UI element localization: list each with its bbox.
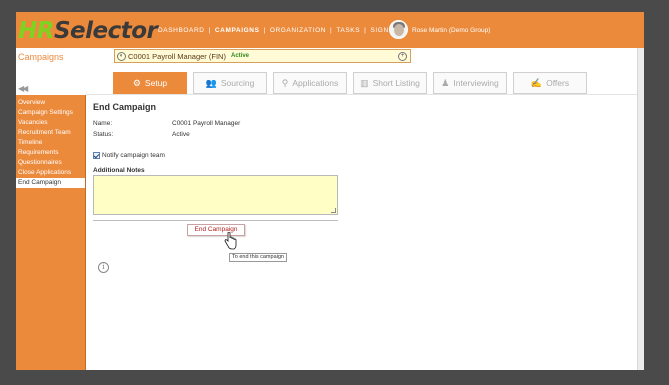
content-divider bbox=[93, 220, 338, 221]
field-value-name: C0001 Payroll Manager bbox=[172, 120, 241, 127]
nav-separator: | bbox=[263, 27, 266, 34]
tab-sourcing[interactable]: 👥 Sourcing bbox=[193, 72, 267, 94]
nav-organization[interactable]: ORGANIZATION bbox=[270, 27, 326, 34]
people-icon: 👥 bbox=[205, 77, 217, 88]
tab-offers[interactable]: ✍ Offers bbox=[513, 72, 587, 94]
additional-notes-textarea[interactable] bbox=[93, 175, 338, 215]
tab-applications[interactable]: ⚲ Applications bbox=[273, 72, 347, 94]
sidebar-item-campaign-settings[interactable]: Campaign Settings bbox=[16, 108, 85, 118]
tab-label: Short Listing bbox=[372, 78, 420, 88]
campaign-prev-icon[interactable]: ◐ bbox=[117, 52, 126, 61]
sidebar: Overview Campaign Settings Vacancies Recrui… bbox=[16, 95, 86, 370]
tab-label: Applications bbox=[292, 78, 339, 88]
campaign-tabs: ⚙ Setup 👥 Sourcing ⚲ Applications ▥ Short Listi… bbox=[113, 72, 593, 94]
avatar-face bbox=[394, 24, 404, 36]
app-logo[interactable]: HRSelector bbox=[18, 18, 158, 44]
gear-icon: ⚙ bbox=[132, 77, 141, 88]
campaign-selector[interactable]: ◐ C0001 Payroll Manager (FIN) Active + bbox=[114, 49, 411, 63]
section-title: Campaigns bbox=[18, 52, 64, 62]
collapse-sidebar-icon[interactable]: ◀◀ bbox=[18, 84, 28, 93]
main-content: End Campaign bbox=[93, 102, 633, 112]
nav-campaigns[interactable]: CAMPAIGNS bbox=[215, 27, 260, 34]
sidebar-item-requirements[interactable]: Requirements bbox=[16, 148, 85, 158]
sidebar-item-questionnaires[interactable]: Questionnaires bbox=[16, 158, 85, 168]
campaign-name: C0001 Payroll Manager (FIN) bbox=[128, 52, 226, 61]
tab-interviewing[interactable]: ♟ Interviewing bbox=[433, 72, 507, 94]
campaign-status-badge: Active bbox=[231, 53, 250, 59]
resize-grip-icon[interactable] bbox=[331, 208, 336, 213]
nav-separator: | bbox=[364, 27, 367, 34]
field-label-name: Name: bbox=[93, 120, 113, 127]
field-label-status: Status: bbox=[93, 131, 114, 138]
sidebar-item-close-applications[interactable]: Close Applications bbox=[16, 168, 85, 178]
shortlist-icon: ▥ bbox=[360, 77, 369, 88]
notify-team-label[interactable]: Notify campaign team bbox=[102, 152, 165, 159]
tab-label: Setup bbox=[144, 78, 168, 88]
info-icon[interactable]: i bbox=[98, 262, 109, 273]
sidebar-item-end-campaign[interactable]: End Campaign bbox=[16, 178, 85, 188]
tab-setup[interactable]: ⚙ Setup bbox=[113, 72, 187, 94]
campaign-add-icon[interactable]: + bbox=[398, 52, 407, 61]
applicants-icon: ⚲ bbox=[281, 77, 289, 88]
notify-team-checkbox[interactable] bbox=[93, 152, 100, 159]
nav-separator: | bbox=[330, 27, 333, 34]
sidebar-item-recruitment-team[interactable]: Recruitment Team bbox=[16, 128, 85, 138]
nav-tasks[interactable]: TASKS bbox=[336, 27, 360, 34]
field-row-name: Name: C0001 Payroll Manager bbox=[93, 120, 293, 129]
notify-team-row: Notify campaign team bbox=[93, 152, 165, 159]
sidebar-item-timeline[interactable]: Timeline bbox=[16, 138, 85, 148]
field-row-status: Status: Active bbox=[93, 131, 293, 140]
sidebar-item-overview[interactable]: Overview bbox=[16, 98, 85, 108]
logo-hr-text: HR bbox=[18, 18, 54, 44]
sidebar-item-vacancies[interactable]: Vacancies bbox=[16, 118, 85, 128]
tabs-divider bbox=[86, 94, 637, 95]
top-navigation: DASHBOARD|CAMPAIGNS|ORGANIZATION|TASKS|S… bbox=[158, 27, 407, 34]
user-avatar[interactable] bbox=[389, 20, 408, 39]
end-campaign-tooltip: To end this campaign bbox=[229, 253, 287, 262]
field-value-status: Active bbox=[172, 131, 190, 138]
hand-cursor-icon bbox=[224, 232, 237, 250]
user-name: Rose Martin (Demo Group) bbox=[412, 27, 491, 34]
offer-icon: ✍ bbox=[530, 77, 543, 88]
interview-icon: ♟ bbox=[441, 77, 450, 88]
vertical-scrollbar[interactable] bbox=[637, 48, 644, 370]
nav-separator: | bbox=[208, 27, 211, 34]
tab-label: Interviewing bbox=[453, 78, 499, 88]
tab-short-listing[interactable]: ▥ Short Listing bbox=[353, 72, 427, 94]
tab-label: Offers bbox=[546, 78, 570, 88]
nav-dashboard[interactable]: DASHBOARD bbox=[158, 27, 205, 34]
top-bar: HRSelector DASHBOARD | CAMPAIGNS | ORGANIZAT… bbox=[16, 12, 644, 48]
logo-selector-text: Selector bbox=[53, 18, 158, 44]
notes-label: Additional Notes bbox=[93, 167, 145, 174]
app-window: HRSelector DASHBOARD | CAMPAIGNS | ORGANIZAT… bbox=[16, 12, 644, 370]
page-title: End Campaign bbox=[93, 102, 157, 112]
tab-label: Sourcing bbox=[220, 78, 255, 88]
